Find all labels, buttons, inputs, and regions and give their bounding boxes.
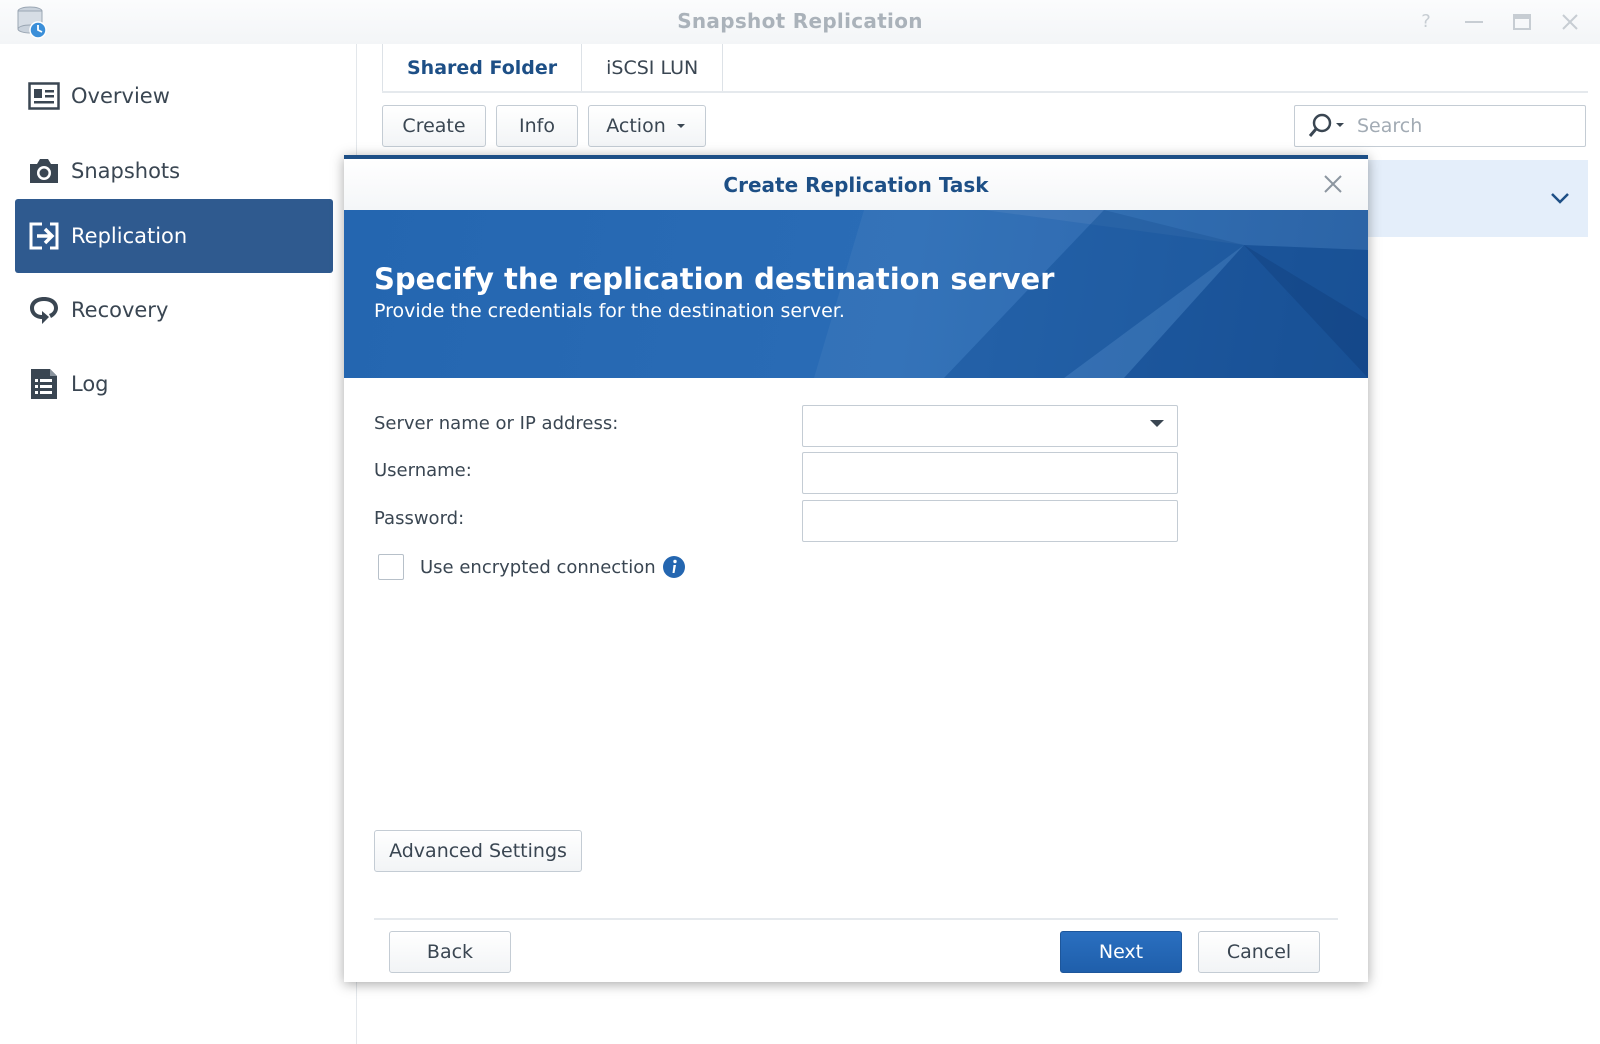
info-button[interactable]: Info xyxy=(496,105,578,147)
overview-icon xyxy=(27,79,61,113)
caret-down-icon xyxy=(676,124,685,128)
recovery-icon xyxy=(27,293,61,327)
username-input[interactable] xyxy=(802,452,1178,494)
back-button[interactable]: Back xyxy=(389,931,511,973)
banner-subtitle: Provide the credentials for the destinat… xyxy=(374,300,845,322)
window-title: Snapshot Replication xyxy=(677,9,923,33)
create-replication-dialog: Create Replication Task Specify the repl… xyxy=(344,155,1368,982)
username-label: Username: xyxy=(374,460,472,481)
sidebar-item-overview[interactable]: Overview xyxy=(15,59,333,133)
close-icon[interactable] xyxy=(1320,171,1346,197)
cancel-button[interactable]: Cancel xyxy=(1198,931,1320,973)
dialog-header: Create Replication Task xyxy=(344,159,1368,210)
title-bar: Snapshot Replication ? xyxy=(0,0,1600,44)
sidebar-item-log[interactable]: Log xyxy=(15,347,333,421)
sidebar: Overview Snapshots Replication Recovery … xyxy=(0,44,340,1044)
info-icon[interactable] xyxy=(662,555,686,579)
replication-icon xyxy=(27,219,61,253)
tab-bar: Shared Folder iSCSI LUN xyxy=(382,44,724,92)
banner-title: Specify the replication destination serv… xyxy=(374,262,1055,296)
create-button[interactable]: Create xyxy=(382,105,486,147)
sidebar-item-recovery[interactable]: Recovery xyxy=(15,273,333,347)
minimize-icon[interactable] xyxy=(1462,10,1486,34)
dialog-banner: Specify the replication destination serv… xyxy=(344,210,1368,378)
sidebar-item-replication[interactable]: Replication xyxy=(15,199,333,273)
password-label: Password: xyxy=(374,508,465,529)
sidebar-item-label: Replication xyxy=(71,224,188,248)
server-label: Server name or IP address: xyxy=(374,413,619,434)
help-icon[interactable]: ? xyxy=(1414,10,1438,34)
action-button[interactable]: Action xyxy=(588,105,706,147)
search-box[interactable]: Search xyxy=(1294,105,1586,147)
next-button[interactable]: Next xyxy=(1060,931,1182,973)
close-icon[interactable] xyxy=(1558,10,1582,34)
dialog-title: Create Replication Task xyxy=(723,173,989,197)
tab-underline xyxy=(382,91,1588,93)
search-placeholder: Search xyxy=(1357,115,1423,137)
maximize-icon[interactable] xyxy=(1510,10,1534,34)
action-button-label: Action xyxy=(606,115,666,137)
tab-iscsi-lun[interactable]: iSCSI LUN xyxy=(582,44,724,92)
camera-icon xyxy=(27,154,61,188)
search-icon xyxy=(1308,113,1344,137)
tab-shared-folder[interactable]: Shared Folder xyxy=(382,44,583,92)
sidebar-item-label: Snapshots xyxy=(71,159,181,183)
encrypted-label: Use encrypted connection xyxy=(420,557,656,578)
footer-divider xyxy=(374,918,1338,920)
sidebar-item-snapshots[interactable]: Snapshots xyxy=(15,134,333,208)
chevron-down-icon[interactable] xyxy=(1548,186,1572,210)
sidebar-item-label: Overview xyxy=(71,84,170,108)
encrypted-checkbox[interactable] xyxy=(378,554,404,580)
advanced-settings-button[interactable]: Advanced Settings xyxy=(374,830,582,872)
sidebar-item-label: Log xyxy=(71,372,109,396)
log-icon xyxy=(27,367,61,401)
password-input[interactable] xyxy=(802,500,1178,542)
chevron-down-icon[interactable] xyxy=(1148,417,1166,429)
server-select[interactable] xyxy=(802,405,1178,447)
sidebar-item-label: Recovery xyxy=(71,298,169,322)
